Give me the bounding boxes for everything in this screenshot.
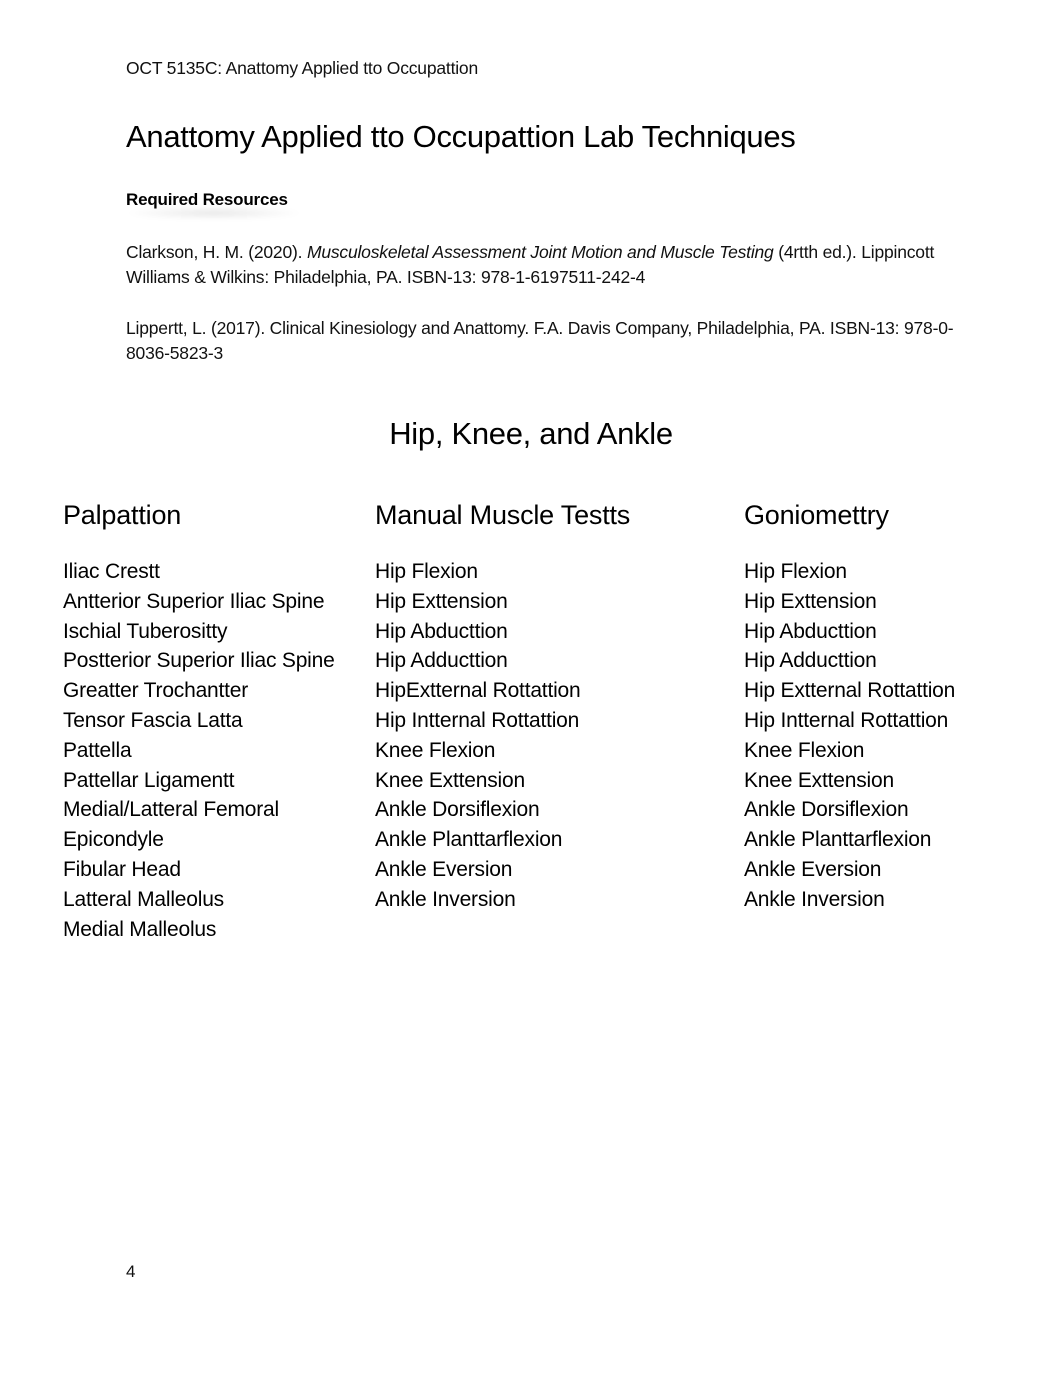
list-item: Pattellar Ligamentt bbox=[63, 768, 235, 792]
list-item: Medial Malleolus bbox=[63, 917, 217, 941]
goniometry-list: Hip Flexion Hip Exttension Hip Abducttio… bbox=[744, 557, 955, 915]
list-item: Greatter Trochantter bbox=[63, 679, 249, 703]
list-item: Hip Abducttion bbox=[744, 619, 877, 643]
list-item: Ankle Eversion bbox=[375, 857, 513, 881]
list-item: Hip Flexion bbox=[744, 560, 847, 583]
list-item: Medial/Latteral Femoral bbox=[63, 798, 279, 822]
list-item: Ankle Eversion bbox=[744, 857, 882, 881]
course-header: OCT 5135C: Anattomy Applied tto Occupatt… bbox=[126, 58, 478, 78]
list-item: Knee Exttension bbox=[375, 768, 525, 792]
list-item: Knee Exttension bbox=[744, 768, 894, 792]
list-item: Knee Flexion bbox=[744, 738, 865, 762]
list-item: Ankle Dorsiflexion bbox=[375, 798, 540, 822]
list-item: Hip Flexion bbox=[375, 560, 478, 583]
list-item: HipExtternal Rottattion bbox=[375, 679, 581, 703]
list-item: Tensor Fascia Latta bbox=[63, 708, 243, 732]
reference-lippert: Lippertt, L. (2017). Clinical Kinesiolog… bbox=[126, 316, 956, 366]
list-item: Hip Exttension bbox=[375, 589, 508, 613]
column-title: Goniomettry bbox=[744, 500, 889, 530]
list-item: Pattella bbox=[63, 738, 132, 762]
list-item: Ankle Inversion bbox=[744, 887, 885, 911]
column-palpation: Palpattion Iliac Crestt Antterior Superi… bbox=[63, 497, 335, 944]
reference-book-title: Musculoskeletal Assessment Joint Motion … bbox=[306, 242, 774, 262]
list-item: Ischial Tuberositty bbox=[63, 619, 228, 643]
list-item: Hip Intternal Rottattion bbox=[744, 708, 949, 732]
column-title: Manual Muscle Testts bbox=[375, 500, 631, 530]
document-title: Anattomy Applied tto Occupattion Lab Tec… bbox=[126, 119, 796, 154]
page-number: 4 bbox=[126, 1262, 136, 1281]
list-item: Epicondyle bbox=[63, 828, 164, 852]
column-manual-muscle-tests: Manual Muscle Testts Hip Flexion Hip Ext… bbox=[375, 497, 630, 915]
list-item: Hip Exttension bbox=[744, 589, 877, 613]
list-item: Hip Intternal Rottattion bbox=[375, 708, 580, 732]
list-item: Ankle Inversion bbox=[375, 887, 516, 911]
list-item: Ankle Planttarflexion bbox=[744, 828, 932, 852]
column-goniometry: Goniomettry Hip Flexion Hip Exttension H… bbox=[744, 497, 955, 915]
list-item: Knee Flexion bbox=[375, 738, 496, 762]
reference-text: Lippertt, L. (2017). Clinical Kinesiolog… bbox=[126, 318, 954, 363]
list-item: Latteral Malleolus bbox=[63, 887, 224, 911]
list-item: Ankle Planttarflexion bbox=[375, 828, 563, 852]
list-item: Postterior Superior Iliac Spine bbox=[63, 649, 335, 673]
list-item: Antterior Superior Iliac Spine bbox=[63, 589, 325, 613]
list-item: Hip Extternal Rottattion bbox=[744, 679, 956, 703]
list-item: Ankle Dorsiflexion bbox=[744, 798, 909, 822]
reference-text: Clarkson, H. M. (2020). bbox=[126, 242, 307, 262]
column-title: Palpattion bbox=[63, 500, 182, 530]
manual-muscle-tests-list: Hip Flexion Hip Exttension Hip Abducttio… bbox=[375, 557, 630, 915]
list-item: Iliac Crestt bbox=[63, 560, 160, 583]
list-item: Hip Adducttion bbox=[375, 649, 508, 673]
reference-clarkson: Clarkson, H. M. (2020). Musculoskeletal … bbox=[126, 240, 956, 290]
required-resources-heading: Required Resources bbox=[126, 190, 288, 209]
list-item: Fibular Head bbox=[63, 857, 181, 881]
section-title: Hip, Knee, and Ankle bbox=[389, 416, 673, 451]
list-item: Hip Adducttion bbox=[744, 649, 877, 673]
palpation-list: Iliac Crestt Antterior Superior Iliac Sp… bbox=[63, 557, 335, 944]
list-item: Hip Abducttion bbox=[375, 619, 508, 643]
